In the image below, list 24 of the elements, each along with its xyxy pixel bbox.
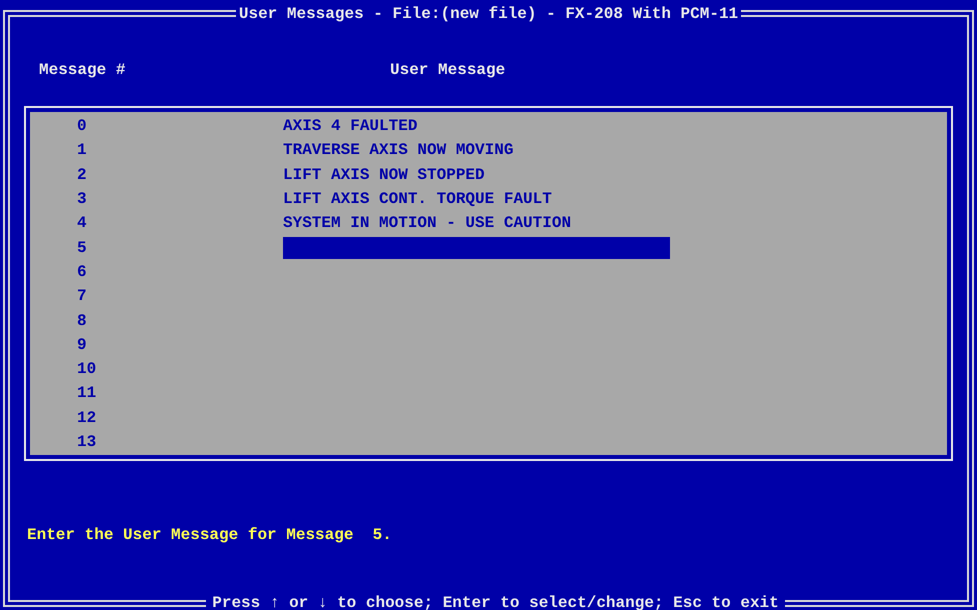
message-number: 12 [77, 408, 98, 429]
column-header: User Message [390, 60, 506, 81]
message-text[interactable]: LIFT AXIS NOW STOPPED [283, 162, 485, 187]
message-number: 4 [77, 213, 88, 234]
message-input-field[interactable] [283, 236, 670, 259]
message-text[interactable]: AXIS 4 FAULTED [283, 114, 418, 138]
message-number: 8 [77, 310, 88, 332]
message-text[interactable]: TRAVERSE AXIS NOW MOVING [283, 138, 514, 162]
message-number: 5 [77, 238, 88, 259]
prompt-text: Enter the User Message for Message 5. [27, 524, 392, 546]
column-header: Message # [39, 60, 126, 81]
message-number: 9 [77, 334, 88, 356]
message-number: 6 [77, 262, 88, 283]
message-number: 0 [77, 116, 88, 138]
message-number: 10 [77, 359, 98, 380]
message-text[interactable]: SYSTEM IN MOTION - USE CAUTION [283, 211, 572, 236]
message-number: 3 [77, 189, 88, 210]
message-number: 11 [77, 383, 98, 404]
message-number: 13 [77, 432, 98, 453]
window-title: User Messages - File:(new file) - FX-208 With PCM-11 [236, 4, 742, 24]
message-text[interactable]: LIFT AXIS CONT. TORQUE FAULT [283, 187, 552, 212]
message-number: 2 [77, 164, 88, 186]
message-number: 1 [77, 140, 88, 162]
message-number: 7 [77, 286, 88, 308]
